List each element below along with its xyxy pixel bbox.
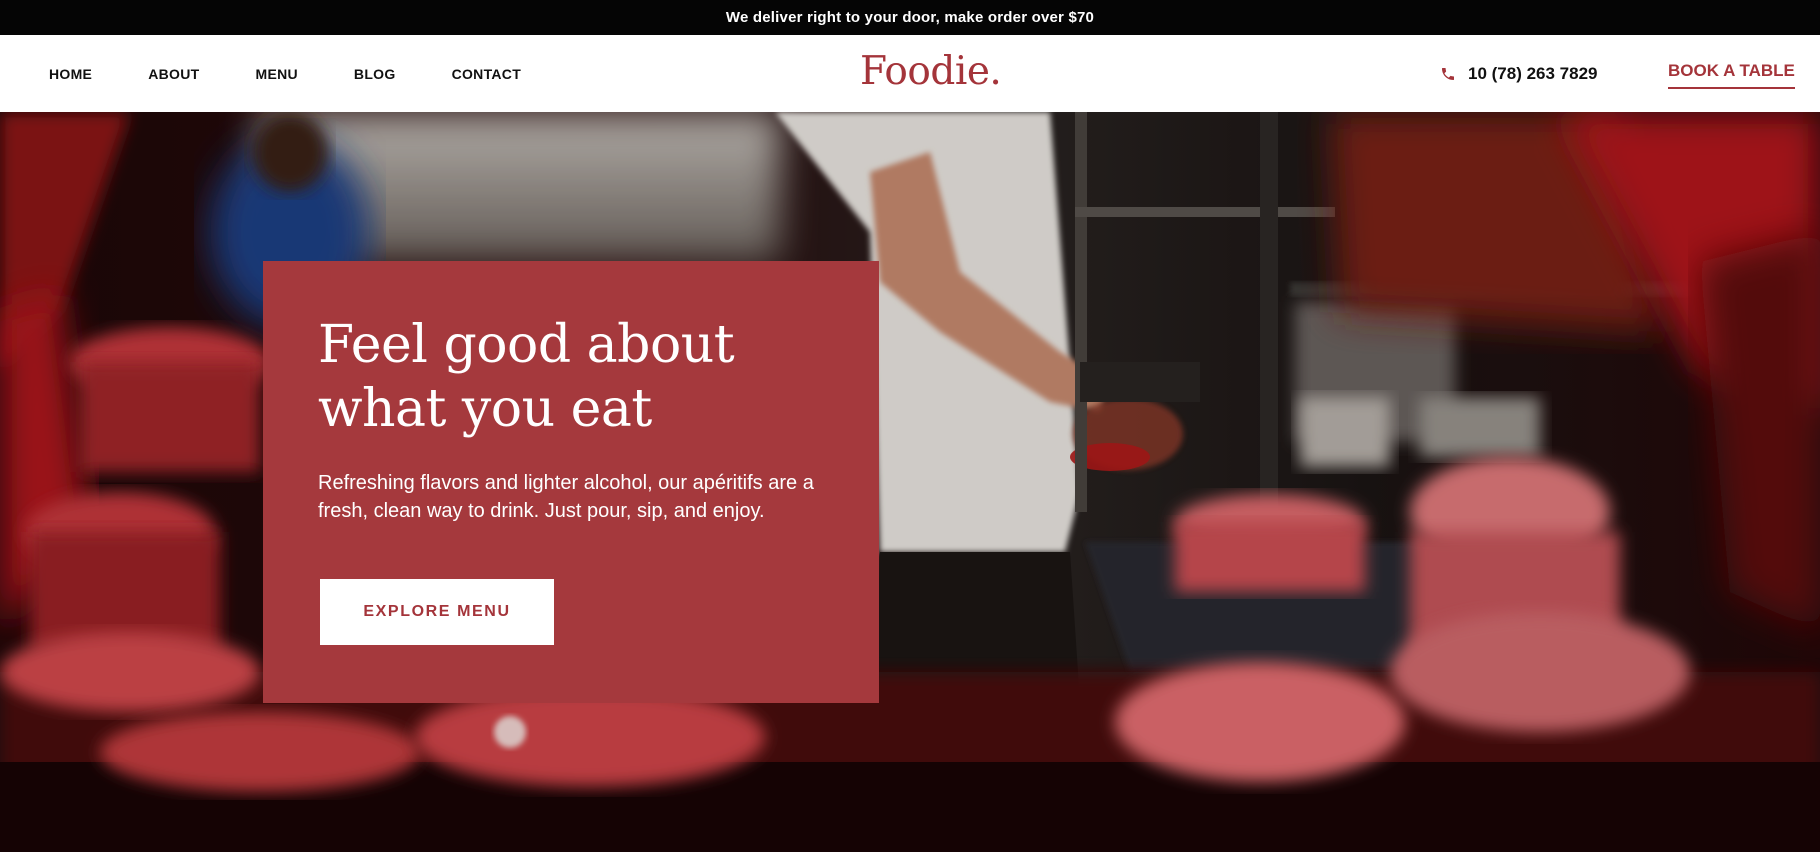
nav-menu[interactable]: MENU: [255, 66, 297, 82]
hero-card: Feel good about what you eat Refreshing …: [263, 261, 879, 703]
announcement-text: We deliver right to your door, make orde…: [725, 9, 1095, 26]
site-logo[interactable]: Foodie.: [860, 49, 1002, 94]
site-header: HOME ABOUT MENU BLOG CONTACT Foodie. 10 …: [0, 35, 1820, 112]
phone-number: 10 (78) 263 7829: [1468, 63, 1598, 83]
hero-section: Feel good about what you eat Refreshing …: [0, 112, 1820, 852]
explore-menu-button[interactable]: EXPLORE MENU: [320, 579, 554, 645]
nav-about[interactable]: ABOUT: [148, 66, 199, 82]
hero-description: Refreshing flavors and lighter alcohol, …: [318, 472, 814, 522]
hero-title: Feel good about what you eat: [318, 315, 735, 439]
nav-contact[interactable]: CONTACT: [452, 66, 522, 82]
announcement-bar: We deliver right to your door, make orde…: [0, 0, 1820, 35]
phone-contact[interactable]: 10 (78) 263 7829: [1440, 35, 1598, 112]
book-table-button[interactable]: BOOK A TABLE: [1668, 61, 1795, 89]
phone-icon: [1442, 67, 1454, 80]
nav-home[interactable]: HOME: [49, 66, 92, 82]
nav-blog[interactable]: BLOG: [354, 66, 396, 82]
main-nav: HOME ABOUT MENU BLOG CONTACT: [49, 35, 577, 112]
